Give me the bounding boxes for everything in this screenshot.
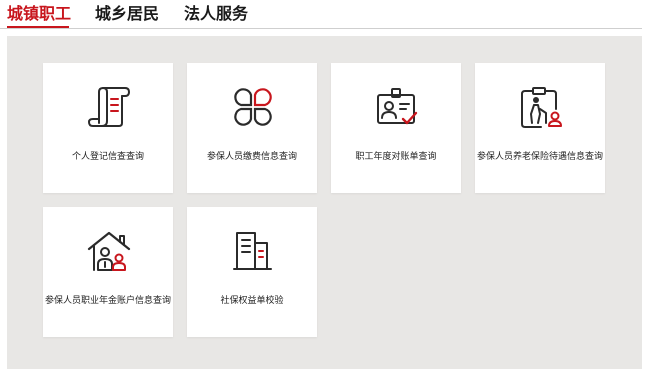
service-label: 社保权益单校验: [220, 296, 284, 306]
service-card-rights-verification[interactable]: 社保权益单校验: [187, 207, 317, 337]
service-label: 个人登记信查查询: [71, 152, 144, 162]
service-label: 参保人员职业年金账户信息查询: [45, 296, 171, 306]
tab-bar: 城镇职工 城乡居民 法人服务: [0, 0, 642, 29]
service-card-contribution-info[interactable]: 参保人员缴费信息查询: [187, 63, 317, 193]
services-panel: 个人登记信查查询 参保人员缴费信息查询 职工年度对账单查询 参保人员养老保险待遇…: [7, 36, 642, 369]
buildings-icon: [231, 229, 275, 273]
four-leaf-clover-icon: [231, 85, 275, 129]
active-tab-underline: [7, 26, 69, 28]
service-card-pension-benefits[interactable]: 参保人员养老保险待遇信息查询: [475, 63, 605, 193]
service-card-occupational-annuity[interactable]: 参保人员职业年金账户信息查询: [43, 207, 173, 337]
tab-urban-rural-residents[interactable]: 城乡居民: [95, 4, 159, 24]
tab-urban-workers[interactable]: 城镇职工: [7, 4, 71, 24]
elderly-clipboard-icon: [519, 85, 563, 129]
id-card-check-icon: [375, 85, 419, 129]
scroll-document-icon: [87, 85, 131, 129]
tab-legal-entity-services[interactable]: 法人服务: [184, 4, 248, 24]
house-people-icon: [87, 229, 131, 273]
service-label: 参保人员缴费信息查询: [206, 152, 297, 162]
service-label: 职工年度对账单查询: [355, 152, 437, 162]
service-card-annual-statement[interactable]: 职工年度对账单查询: [331, 63, 461, 193]
service-card-personal-registration[interactable]: 个人登记信查查询: [43, 63, 173, 193]
service-label: 参保人员养老保险待遇信息查询: [477, 152, 603, 162]
